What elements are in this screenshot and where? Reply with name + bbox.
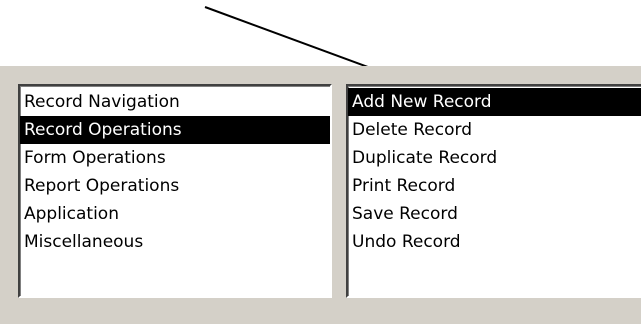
- dialog-panel: Record Navigation Record Operations Form…: [0, 66, 641, 324]
- actions-item[interactable]: Duplicate Record: [348, 144, 641, 172]
- actions-item[interactable]: Save Record: [348, 200, 641, 228]
- actions-listbox[interactable]: Add New Record Delete Record Duplicate R…: [346, 84, 641, 298]
- actions-list: Add New Record Delete Record Duplicate R…: [348, 86, 641, 256]
- actions-item[interactable]: Undo Record: [348, 228, 641, 256]
- actions-item[interactable]: Delete Record: [348, 116, 641, 144]
- categories-item[interactable]: Application: [20, 200, 330, 228]
- categories-item[interactable]: Form Operations: [20, 144, 330, 172]
- categories-item[interactable]: Report Operations: [20, 172, 330, 200]
- categories-item[interactable]: Miscellaneous: [20, 228, 330, 256]
- categories-item[interactable]: Record Operations: [20, 116, 330, 144]
- categories-listbox[interactable]: Record Navigation Record Operations Form…: [18, 84, 332, 298]
- actions-item[interactable]: Add New Record: [348, 88, 641, 116]
- categories-list: Record Navigation Record Operations Form…: [20, 86, 330, 256]
- categories-item[interactable]: Record Navigation: [20, 88, 330, 116]
- actions-item[interactable]: Print Record: [348, 172, 641, 200]
